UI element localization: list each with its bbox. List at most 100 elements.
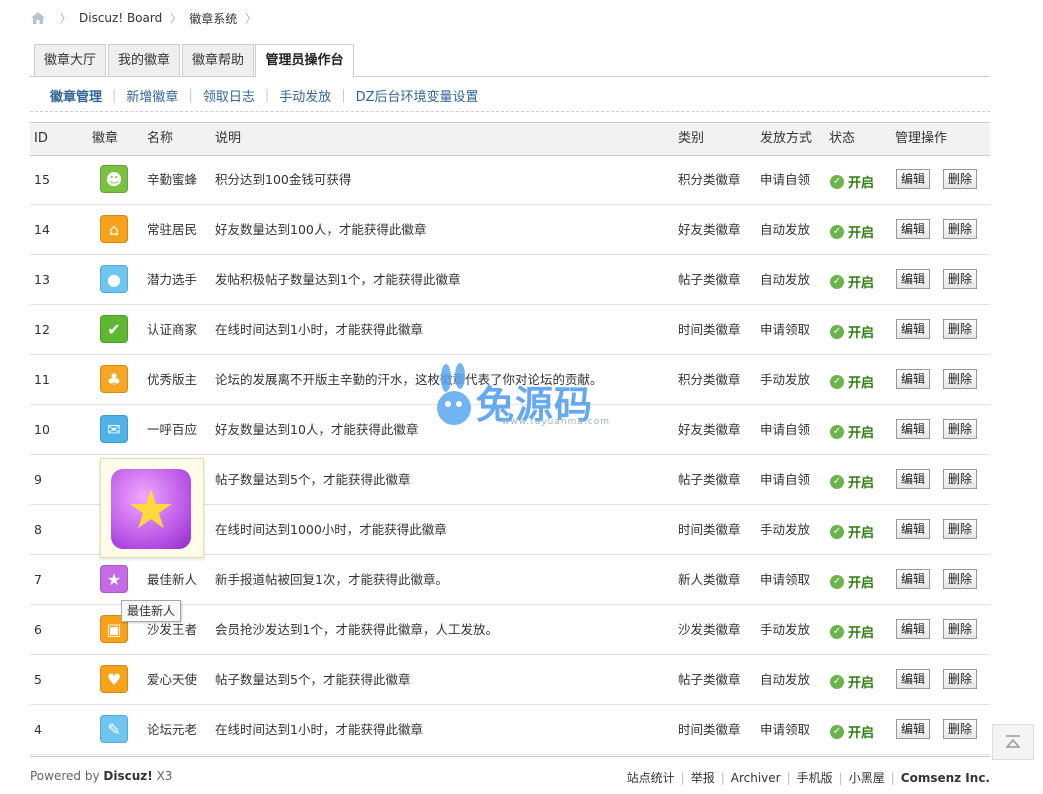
badge-name: 优秀版主: [147, 372, 198, 387]
star-icon[interactable]: ★: [100, 565, 128, 593]
edit-button[interactable]: 编辑: [896, 219, 931, 239]
badge-name: 最佳新人: [147, 572, 198, 587]
footer-link-stats[interactable]: 站点统计: [627, 769, 675, 786]
delete-button[interactable]: 删除: [943, 169, 978, 189]
bee-icon[interactable]: ☻: [100, 165, 128, 193]
badge-category: 积分类徽章: [678, 172, 741, 187]
subnav-add-badge[interactable]: 新增徽章: [126, 86, 178, 105]
badge-category: 新人类徽章: [678, 572, 741, 587]
table-row: 12 ✔ 认证商家 在线时间达到1小时，才能获得此徽章 时间类徽章 申请领取 ✓ 开启 编辑 删除: [30, 305, 990, 355]
tab-admin-console[interactable]: 管理员操作台: [255, 44, 354, 77]
badge-id: 15: [34, 172, 50, 187]
badge-description: 好友数量达到10人，才能获得此徽章: [215, 422, 419, 437]
check-circle-icon: ✓: [830, 174, 844, 189]
delete-button[interactable]: 删除: [943, 469, 978, 489]
rabbit-logo-icon: [437, 363, 471, 425]
edit-button[interactable]: 编辑: [896, 169, 931, 189]
delete-button[interactable]: 删除: [943, 719, 978, 739]
badge-category: 好友类徽章: [678, 422, 741, 437]
footer-company-link[interactable]: Comsenz Inc.: [901, 771, 990, 785]
subnav-claim-log[interactable]: 领取日志: [203, 86, 255, 105]
badge-issue-method: 自动发放: [760, 222, 811, 237]
status-label: 开启: [848, 176, 875, 191]
edit-button[interactable]: 编辑: [896, 619, 931, 639]
footer-link-blacklist[interactable]: 小黑屋: [849, 769, 885, 786]
edit-button[interactable]: 编辑: [896, 569, 931, 589]
column-header-actions: 管理操作: [895, 131, 948, 146]
table-row: 15 ☻ 辛勤蜜蜂 积分达到100金钱可获得 积分类徽章 申请自领 ✓ 开启 编辑 删除: [30, 155, 990, 205]
delete-button[interactable]: 删除: [943, 519, 978, 539]
badge-description: 在线时间达到1小时，才能获得此徽章: [215, 722, 423, 737]
tab-my-badges[interactable]: 我的徽章: [108, 44, 180, 76]
edit-button[interactable]: 编辑: [896, 669, 931, 689]
check-icon[interactable]: ✔: [100, 315, 128, 343]
badge-category: 帖子类徽章: [678, 272, 741, 287]
chevron-right-icon: 〉: [60, 12, 71, 25]
status-badge: ✓ 开启: [830, 222, 874, 241]
fruit-icon[interactable]: ●: [100, 265, 128, 293]
edit-button[interactable]: 编辑: [896, 719, 931, 739]
table-row: 14 ⌂ 常驻居民 好友数量达到100人，才能获得此徽章 好友类徽章 自动发放 ✓ 开启 编辑删…: [30, 205, 990, 255]
bamboo-icon[interactable]: ♣: [100, 365, 128, 393]
tab-badge-help[interactable]: 徽章帮助: [182, 44, 254, 76]
badge-description: 新手报道帖被回复1次，才能获得此徽章。: [215, 572, 448, 587]
delete-button[interactable]: 删除: [943, 619, 978, 639]
edit-button[interactable]: 编辑: [896, 319, 931, 339]
house-icon[interactable]: ⌂: [100, 215, 128, 243]
status-label: 开启: [848, 376, 875, 391]
elder-icon[interactable]: ✎: [100, 715, 128, 743]
sub-navigation: 徽章管理 | 新增徽章 | 领取日志 | 手动发放 | DZ后台环境变量设置: [50, 86, 479, 105]
edit-button[interactable]: 编辑: [896, 369, 931, 389]
badge-issue-method: 自动发放: [760, 672, 811, 687]
watermark: 兔源码 www.tuyuanma.com: [432, 362, 617, 432]
check-circle-icon: ✓: [830, 224, 844, 239]
footer-links: 站点统计 | 举报 | Archiver | 手机版 | 小黑屋 | Comse…: [626, 769, 990, 786]
status-label: 开启: [848, 276, 875, 291]
subnav-manual-issue[interactable]: 手动发放: [279, 86, 331, 105]
badge-name: 爱心天使: [147, 672, 198, 687]
badge-id: 10: [34, 422, 50, 437]
subnav-badge-management[interactable]: 徽章管理: [50, 86, 102, 105]
back-to-top-button[interactable]: [992, 724, 1034, 760]
home-icon[interactable]: [30, 11, 46, 25]
delete-button[interactable]: 删除: [943, 419, 978, 439]
watermark-url: www.tuyuanma.com: [502, 417, 610, 427]
footer-link-mobile[interactable]: 手机版: [797, 769, 833, 786]
edit-button[interactable]: 编辑: [896, 469, 931, 489]
delete-button[interactable]: 删除: [943, 569, 978, 589]
tab-badge-hall[interactable]: 徽章大厅: [34, 44, 106, 76]
status-badge: ✓ 开启: [830, 322, 874, 341]
delete-button[interactable]: 删除: [943, 319, 978, 339]
divider: [30, 756, 990, 757]
badge-issue-method: 自动发放: [760, 272, 811, 287]
status-label: 开启: [848, 326, 875, 341]
badge-name: 辛勤蜜蜂: [147, 172, 198, 187]
delete-button[interactable]: 删除: [943, 669, 978, 689]
breadcrumb-board-link[interactable]: Discuz! Board: [79, 11, 162, 25]
badge-id: 6: [34, 622, 42, 637]
delete-button[interactable]: 删除: [943, 269, 978, 289]
status-badge: ✓ 开启: [830, 172, 874, 191]
badge-description: 好友数量达到100人，才能获得此徽章: [215, 222, 427, 237]
status-badge: ✓ 开启: [830, 422, 874, 441]
footer-link-report[interactable]: 举报: [691, 769, 715, 786]
status-label: 开启: [848, 426, 875, 441]
discuz-link[interactable]: Discuz!: [103, 769, 152, 783]
subnav-env-settings[interactable]: DZ后台环境变量设置: [356, 86, 479, 105]
edit-button[interactable]: 编辑: [896, 519, 931, 539]
column-header-name: 名称: [147, 131, 174, 146]
edit-button[interactable]: 编辑: [896, 269, 931, 289]
delete-button[interactable]: 删除: [943, 369, 978, 389]
heart-icon[interactable]: ♥: [100, 665, 128, 693]
status-badge: ✓ 开启: [830, 622, 874, 641]
breadcrumb-current-link[interactable]: 徽章系统: [189, 10, 237, 27]
edit-button[interactable]: 编辑: [896, 419, 931, 439]
badge-id: 9: [34, 472, 42, 487]
megaphone-icon[interactable]: ✉: [100, 415, 128, 443]
badge-category: 时间类徽章: [678, 322, 741, 337]
delete-button[interactable]: 删除: [943, 219, 978, 239]
status-badge: ✓ 开启: [830, 522, 874, 541]
badge-preview-popup: ★: [100, 458, 204, 558]
divider: [30, 111, 990, 112]
footer-link-archiver[interactable]: Archiver: [731, 771, 781, 785]
